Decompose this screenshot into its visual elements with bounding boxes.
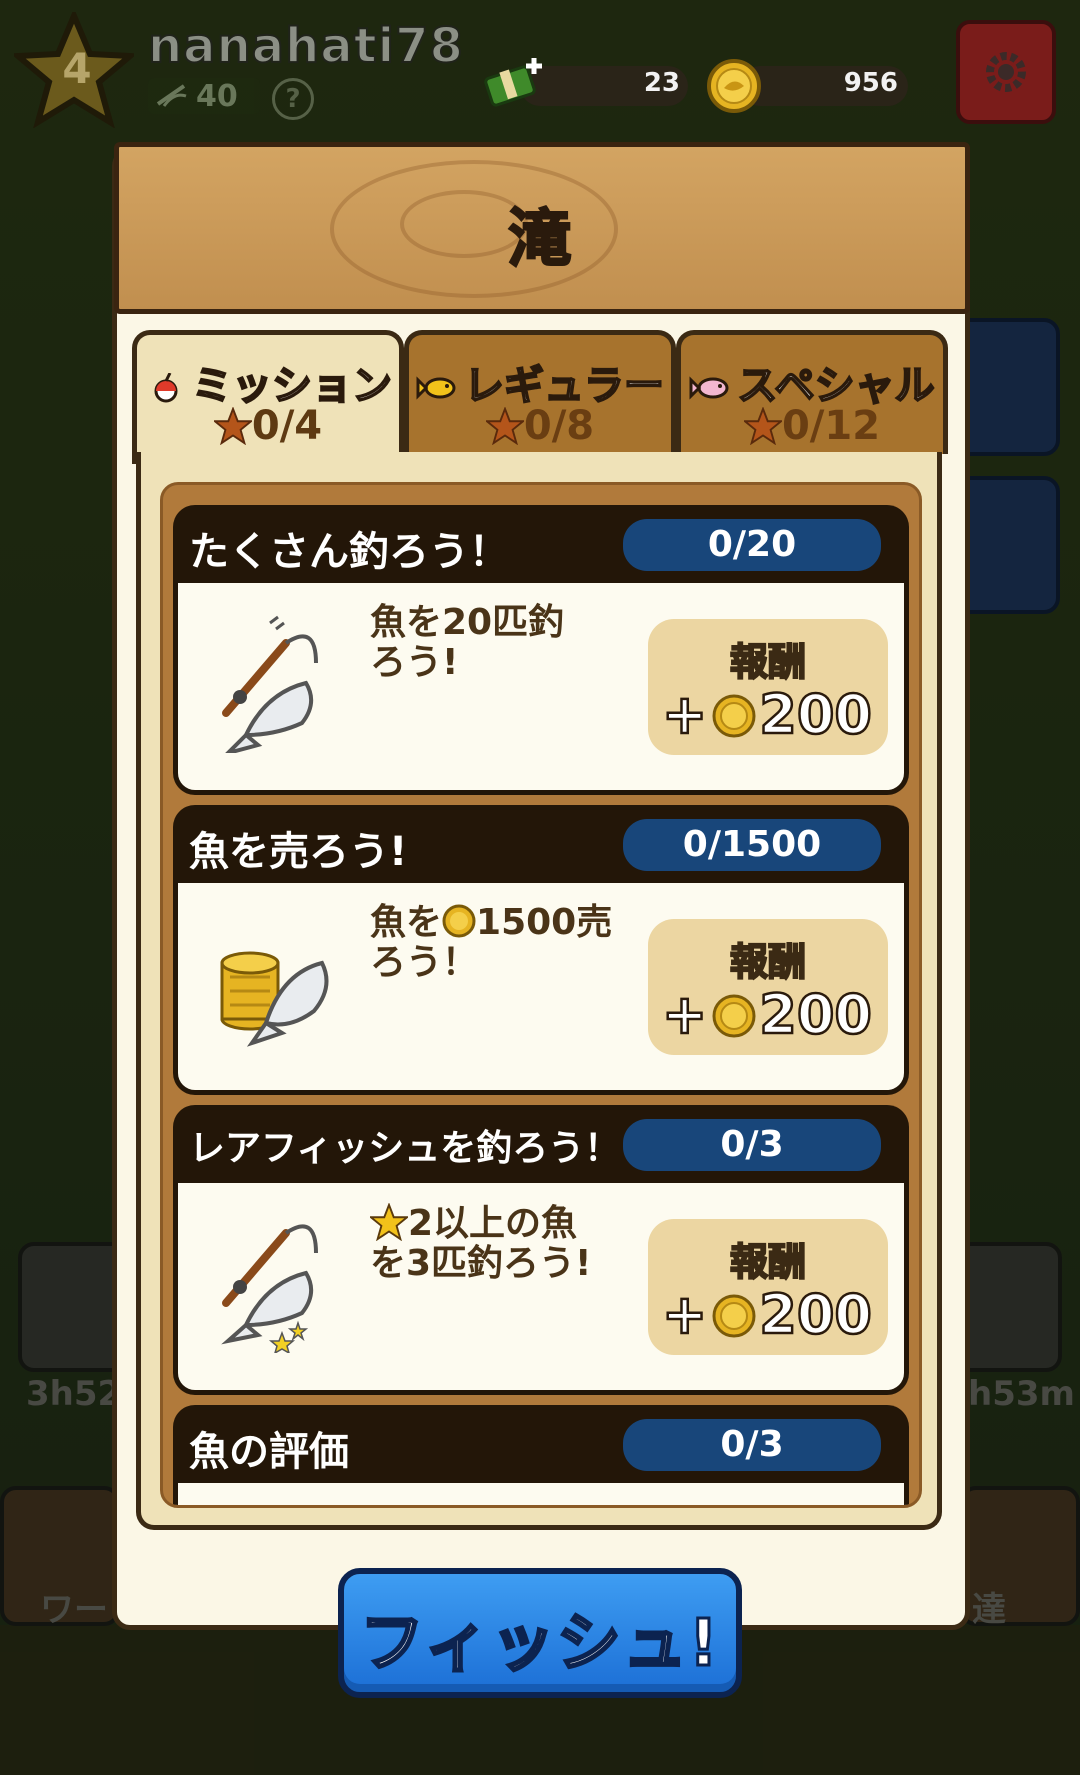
player-rank: 40 — [196, 79, 238, 114]
coin-icon — [442, 904, 476, 938]
star-icon — [743, 407, 782, 445]
mission-card-body: 魚を 1500売 ろう！ 報酬 +200 — [173, 883, 909, 1095]
mission-card-header: たくさん釣ろう！ 0/20 — [173, 505, 909, 587]
cash-add-icon[interactable] — [482, 56, 548, 108]
reward-label: 報酬 — [729, 639, 807, 685]
yellow-fish-icon — [416, 376, 456, 400]
mission-card-header: 魚を売ろう! 0/1500 — [173, 805, 909, 887]
help-icon[interactable]: ? — [272, 78, 314, 120]
fish-button-label: フィッシュ! — [359, 1606, 720, 1683]
cash-amount: 23 — [643, 68, 680, 98]
coin-icon — [712, 694, 756, 738]
coin-stack-fish-icon — [220, 951, 329, 1047]
mission-card: たくさん釣ろう！ 0/20 魚を20匹釣 ろう! 報酬 +200 — [173, 505, 909, 795]
mission-title: 魚の評価 — [189, 1429, 349, 1475]
mission-progress: 0/3 — [623, 1419, 881, 1471]
gear-icon — [986, 52, 1026, 92]
mission-title: 魚を売ろう! — [189, 829, 408, 875]
fishing-rod-fish-icon — [222, 615, 318, 753]
reward-button[interactable]: 報酬 +200 — [648, 619, 888, 755]
mission-description: 2以上の魚 を3匹釣ろう! — [370, 1203, 592, 1284]
player-rank-badge: 40 — [148, 78, 260, 114]
mission-progress: 0/1500 — [623, 819, 881, 871]
mission-card-body: 魚を20匹釣 ろう! 報酬 +200 — [173, 583, 909, 795]
fish-button[interactable]: フィッシュ! — [338, 1568, 742, 1698]
mission-card-body: 2以上の魚 を3匹釣ろう! 報酬 +200 — [173, 1183, 909, 1395]
star-icon — [485, 407, 524, 445]
reward-label: 報酬 — [729, 1239, 807, 1285]
reward-button[interactable]: 報酬 +200 — [648, 1219, 888, 1355]
pink-fish-icon — [689, 376, 729, 400]
mission-card: レアフィッシュを釣ろう！ 0/3 2以上の魚 を3匹釣ろう! 報酬 +200 — [173, 1105, 909, 1395]
settings-button[interactable] — [956, 20, 1056, 124]
mission-description: 魚を 1500売 ろう！ — [370, 902, 613, 983]
mission-progress: 0/20 — [623, 519, 881, 571]
mission-card: 魚を売ろう! 0/1500 魚を 1500売 ろう！ 報酬 + 200 — [173, 805, 909, 1095]
tab-special-count: 0/12 — [781, 403, 881, 449]
mission-description: 魚を20匹釣 ろう! — [370, 602, 565, 683]
player-username: nanahati78 — [147, 17, 464, 75]
tab-mission[interactable]: ミッション 0/4 — [132, 330, 404, 464]
tab-regular-count: 0/8 — [523, 403, 595, 449]
coin-amount: 956 — [843, 68, 898, 98]
mission-card-header: レアフィッシュを釣ろう！ 0/3 — [173, 1105, 909, 1187]
rod-icon — [156, 84, 187, 107]
mission-title: レアフィッシュを釣ろう！ — [189, 1128, 621, 1169]
panel-title: 滝 — [507, 201, 572, 277]
reward-amount: +200 — [661, 1282, 873, 1348]
bobber-icon — [154, 373, 178, 403]
reward-button[interactable]: 報酬 +200 — [648, 919, 888, 1055]
tab-special[interactable]: スペシャル 0/12 — [676, 330, 948, 454]
player-level: 4 — [62, 44, 92, 93]
star-icon — [213, 407, 252, 445]
mission-card-body — [173, 1483, 909, 1505]
tab-regular[interactable]: レギュラー 0/8 — [404, 330, 676, 454]
coin-icon — [707, 59, 761, 113]
tab-mission-count: 0/4 — [251, 403, 323, 449]
mission-title: たくさん釣ろう！ — [189, 529, 509, 575]
mission-progress: 0/3 — [623, 1119, 881, 1171]
reward-amount: +200 — [661, 682, 873, 748]
coin-icon — [712, 994, 756, 1038]
mission-list[interactable]: たくさん釣ろう！ 0/20 魚を20匹釣 ろう! 報酬 +200 魚を売ろう! … — [160, 482, 922, 1508]
mission-card-header: 魚の評価 0/3 — [173, 1405, 909, 1487]
reward-label: 報酬 — [729, 939, 807, 985]
coin-icon — [712, 1294, 756, 1338]
reward-amount: +200 — [661, 982, 873, 1048]
fishing-rod-rare-fish-icon — [221, 1224, 318, 1353]
star-icon — [370, 1203, 408, 1241]
mission-card: 魚の評価 0/3 — [173, 1405, 909, 1505]
